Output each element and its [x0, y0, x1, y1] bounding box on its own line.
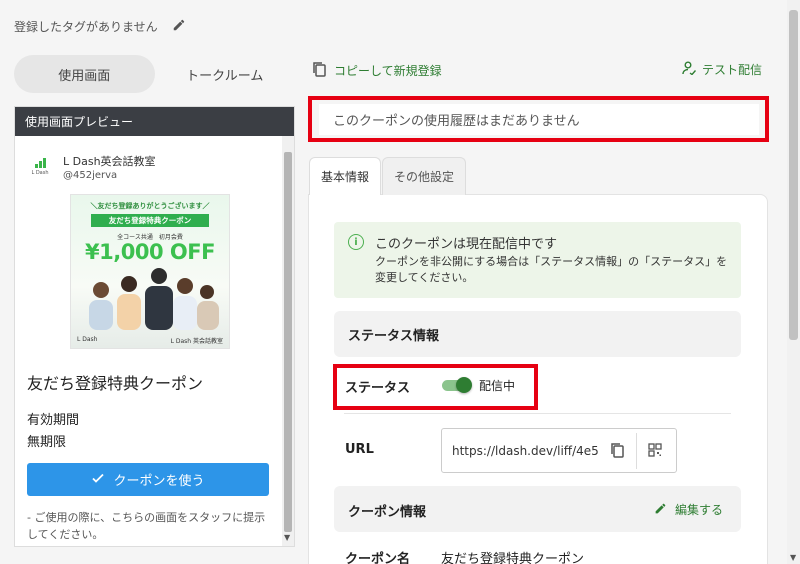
coupon-title: 友だち登録特典クーポン: [27, 374, 204, 393]
copy-icon: [312, 61, 326, 80]
preview-body: L Dash L Dash英会話教室 @452jerva ＼友だち登録ありがとう…: [15, 136, 282, 546]
page-scrollbar[interactable]: ▼: [787, 0, 800, 564]
usage-note: - ご使用の際に、こちらの画面をスタッフに提示してください。: [27, 511, 266, 541]
period-value: 無期限: [27, 435, 67, 450]
coupon-info-heading: クーポン情報 編集する: [334, 486, 741, 532]
tag-line-text: 登録したタグがありません: [14, 20, 158, 34]
use-coupon-label: クーポンを使う: [113, 474, 205, 489]
coupon-name-value: 友だち登録特典クーポン: [441, 552, 585, 564]
logo-text: L Dash: [31, 170, 49, 176]
pencil-icon: [654, 502, 667, 518]
banner-footer-name: L Dash 英会話教室: [170, 338, 223, 345]
status-toggle[interactable]: [440, 377, 472, 393]
banner-ribbon: 友だち登録特典クーポン: [91, 214, 209, 227]
banner-top-text: ＼友だち登録ありがとうございます／: [90, 202, 210, 210]
preview-scroll-thumb[interactable]: [284, 152, 292, 532]
usage-history-box: このクーポンの使用履歴はまだありません: [319, 104, 759, 135]
page-scroll-thumb[interactable]: [789, 10, 798, 340]
pencil-icon[interactable]: [172, 18, 186, 35]
user-send-icon: [682, 61, 697, 78]
account-info: L Dash L Dash英会話教室 @452jerva: [29, 154, 156, 181]
preview-panel: 使用画面プレビュー L Dash L Dash英会話教室 @452jerva ＼…: [14, 106, 295, 547]
coupon-banner-image: ＼友だち登録ありがとうございます／ 友だち登録特典クーポン 全コース共通 初月会…: [70, 194, 230, 349]
tab-other-settings[interactable]: その他設定: [382, 157, 466, 195]
coupon-name-label: クーポン名: [345, 552, 411, 564]
preview-tabs: 使用画面 トークルーム: [14, 55, 295, 93]
banner-footer-logo: L Dash: [77, 336, 98, 343]
status-toggle-label: 配信中: [479, 379, 516, 393]
banner-offer: ¥1,000 OFF: [85, 240, 215, 264]
info-icon: i: [348, 234, 364, 250]
scroll-down-arrow-icon[interactable]: ▼: [790, 553, 796, 562]
people-illustration: [89, 268, 219, 330]
account-id: @452jerva: [63, 170, 118, 181]
url-separator: [636, 433, 637, 469]
tab-usage-screen[interactable]: 使用画面: [14, 55, 155, 93]
status-section-heading: ステータス情報: [334, 311, 741, 357]
scroll-down-arrow-icon[interactable]: ▼: [284, 533, 290, 542]
tag-line: 登録したタグがありません: [14, 18, 186, 35]
test-send-label: テスト配信: [702, 63, 763, 77]
preview-scrollbar[interactable]: ▼: [282, 136, 294, 546]
check-icon: [91, 471, 105, 489]
tab-basic-info[interactable]: 基本情報: [309, 157, 381, 195]
banner-footer: L Dash L Dash 英会話教室: [77, 336, 223, 345]
info-title: このクーポンは現在配信中です: [375, 237, 558, 252]
url-value: https://ldash.dev/liff/4e5: [452, 444, 599, 458]
edit-label: 編集する: [675, 503, 724, 517]
account-name: L Dash英会話教室: [63, 155, 156, 168]
preview-header: 使用画面プレビュー: [15, 107, 294, 136]
url-field[interactable]: https://ldash.dev/liff/4e5: [441, 428, 677, 473]
tab-talk-room[interactable]: トークルーム: [155, 55, 296, 93]
divider: [344, 413, 731, 414]
edit-button[interactable]: 編集する: [654, 501, 723, 518]
qr-code-icon[interactable]: [648, 443, 662, 457]
coupon-info-title: クーポン情報: [348, 505, 427, 520]
copy-new-label: コピーして新規登録: [334, 64, 442, 78]
ldash-logo-icon: L Dash: [29, 154, 51, 180]
period-label: 有効期間: [27, 413, 80, 428]
copy-url-icon[interactable]: [610, 442, 626, 460]
status-label: ステータス: [345, 381, 411, 396]
copy-new-button[interactable]: コピーして新規登録: [312, 61, 442, 80]
test-send-button[interactable]: テスト配信: [682, 61, 762, 78]
use-coupon-button[interactable]: クーポンを使う: [27, 463, 269, 496]
info-text: クーポンを非公開にする場合は「ステータス情報」の「ステータス」を変更してください…: [375, 255, 728, 284]
info-alert: i このクーポンは現在配信中です クーポンを非公開にする場合は「ステータス情報」…: [334, 222, 741, 298]
url-label: URL: [345, 442, 374, 457]
